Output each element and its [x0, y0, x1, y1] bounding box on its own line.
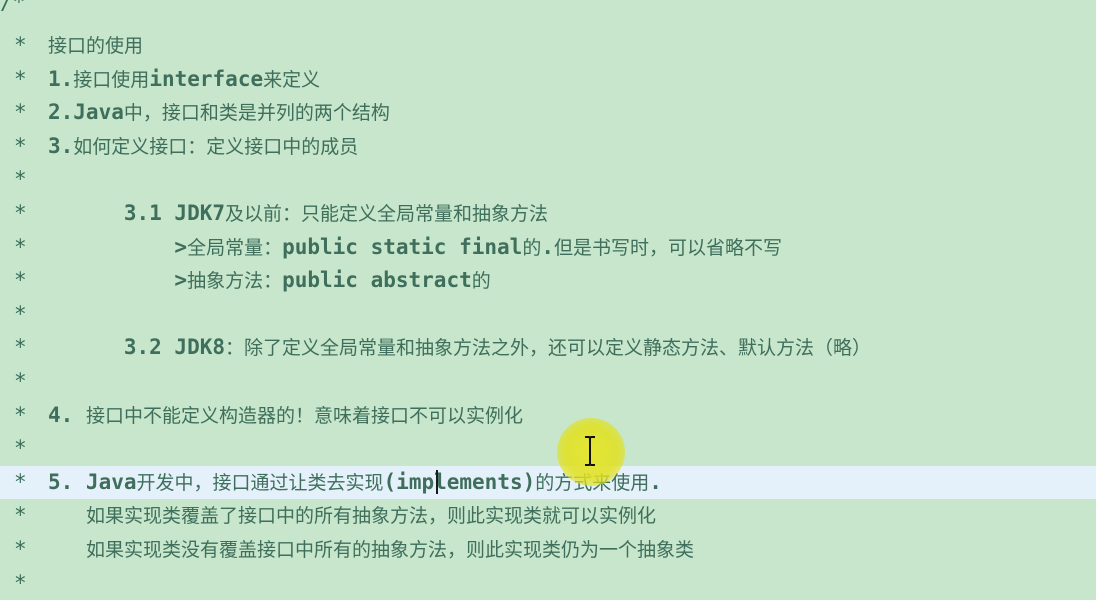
comment-segment: 如果实现类覆盖了接口中的所有抽象方法，则此实现类就可以实例化	[85, 505, 656, 528]
comment-text: 如果实现类没有覆盖接口中所有的抽象方法，则此实现类仍为一个抽象类	[48, 537, 694, 562]
comment-star: *	[14, 100, 27, 125]
comment-segment	[48, 503, 86, 527]
comment-segment: 中，接口和类是并列的两个结构	[123, 102, 390, 125]
comment-segment: interface	[149, 66, 264, 91]
code-line[interactable]: * 3.如何定义接口：定义接口中的成员	[0, 130, 1096, 163]
comment-segment: 接口中不能定义构造器的！意味着接口不可以实例化	[85, 404, 523, 427]
code-line[interactable]: *	[0, 365, 1096, 398]
comment-text: 3.2 JDK8：除了定义全局常量和抽象方法之外，还可以定义静态方法、默认方法（…	[48, 335, 871, 360]
comment-segment: 的	[522, 236, 542, 259]
comment-star: *	[14, 469, 27, 494]
comment-segment: 全局常量：	[187, 236, 283, 259]
comment-text: 4. 接口中不能定义构造器的！意味着接口不可以实例化	[48, 403, 523, 428]
comment-segment: 来定义	[263, 68, 321, 91]
comment-text: 3.如何定义接口：定义接口中的成员	[48, 134, 358, 159]
comment-segment: .	[649, 469, 662, 494]
text-caret	[436, 470, 438, 494]
comment-segment: (implements)	[383, 469, 536, 494]
comment-star: *	[14, 570, 27, 595]
comment-star: *	[14, 369, 27, 393]
comment-star: *	[14, 301, 27, 326]
comment-star: *	[14, 167, 27, 192]
code-line[interactable]: *	[0, 432, 1096, 465]
comment-text: 1.接口使用interface来定义	[48, 67, 320, 92]
comment-star: *	[14, 201, 27, 225]
comment-text: 如果实现类覆盖了接口中的所有抽象方法，则此实现类就可以实例化	[48, 503, 656, 528]
comment-star: *	[14, 234, 27, 259]
code-line[interactable]: * 如果实现类覆盖了接口中的所有抽象方法，则此实现类就可以实例化	[0, 499, 1096, 532]
comment-star: *	[14, 268, 27, 293]
comment-segment: public abstract	[282, 268, 472, 293]
code-line[interactable]: *	[0, 298, 1096, 331]
code-line[interactable]: * 3.2 JDK8：除了定义全局常量和抽象方法之外，还可以定义静态方法、默认方…	[0, 331, 1096, 364]
comment-segment: 5. Java	[48, 469, 137, 494]
code-line[interactable]: *5. Java开发中，接口通过让类去实现(implements)的方式来使用.	[0, 465, 1096, 499]
comment-text: >抽象方法：public abstract的	[48, 268, 491, 293]
comment-star: *	[14, 33, 27, 57]
code-line[interactable]: * >全局常量：public static final的.但是书写时，可以省略不…	[0, 231, 1096, 264]
comment-star: *	[14, 66, 27, 91]
code-line[interactable]: * 2.Java中，接口和类是并列的两个结构	[0, 96, 1096, 129]
comment-segment: 抽象方法：	[187, 270, 283, 293]
comment-open: /*	[0, 0, 26, 14]
comment-text: >全局常量：public static final的.但是书写时，可以省略不写	[48, 235, 782, 260]
comment-text: 3.1 JDK7及以前：只能定义全局常量和抽象方法	[48, 201, 548, 226]
comment-star: *	[14, 133, 27, 158]
comment-segment: 2.Java	[48, 100, 124, 125]
comment-segment: 接口使用	[73, 68, 150, 91]
code-line[interactable]: *	[0, 567, 1096, 600]
comment-segment: 1.	[48, 66, 74, 91]
i-beam-cursor-icon	[585, 436, 595, 466]
code-line[interactable]: * 1.接口使用interface来定义	[0, 63, 1096, 96]
comment-segment: >	[48, 268, 188, 293]
comment-star: *	[14, 335, 27, 360]
comment-segment: 但是书写时，可以省略不写	[553, 236, 782, 259]
comment-segment: >	[48, 234, 188, 259]
comment-segment: 4.	[48, 402, 86, 427]
comment-star: *	[14, 436, 27, 461]
comment-segment: 及以前：只能定义全局常量和抽象方法	[225, 203, 549, 225]
comment-segment: 3.1 JDK7	[48, 201, 226, 225]
comment-segment: 的	[471, 270, 491, 293]
comment-segment: public static final	[282, 234, 523, 259]
comment-star: *	[14, 503, 27, 528]
comment-segment: 接口的使用	[48, 35, 144, 57]
code-line[interactable]: * 4. 接口中不能定义构造器的！意味着接口不可以实例化	[0, 399, 1096, 432]
comment-text: 接口的使用	[48, 33, 143, 58]
code-line[interactable]: * >抽象方法：public abstract的	[0, 264, 1096, 297]
comment-segment: 3.2 JDK8	[48, 335, 226, 360]
comment-star: *	[14, 537, 27, 561]
comment-star: *	[14, 402, 27, 427]
comment-segment: 3.	[48, 133, 74, 158]
comment-segment	[48, 537, 86, 561]
comment-segment: ：除了定义全局常量和抽象方法之外，还可以定义静态方法、默认方法（略）	[225, 337, 872, 360]
code-editor[interactable]: /* * 接口的使用 * 1.接口使用interface来定义 * 2.Java中，接口和…	[0, 0, 1096, 595]
comment-segment: 如何定义接口：定义接口中的成员	[73, 135, 359, 158]
comment-text: 2.Java中，接口和类是并列的两个结构	[48, 100, 390, 125]
code-line[interactable]: *	[0, 163, 1096, 196]
code-line[interactable]: * 如果实现类没有覆盖接口中所有的抽象方法，则此实现类仍为一个抽象类	[0, 533, 1096, 566]
comment-segment: 开发中，接口通过让类去实现	[136, 471, 384, 494]
code-line[interactable]: * 3.1 JDK7及以前：只能定义全局常量和抽象方法	[0, 197, 1096, 230]
comment-segment: 如果实现类没有覆盖接口中所有的抽象方法，则此实现类仍为一个抽象类	[85, 539, 694, 561]
code-line[interactable]: * 接口的使用	[0, 29, 1096, 62]
comment-segment: .	[541, 234, 554, 259]
